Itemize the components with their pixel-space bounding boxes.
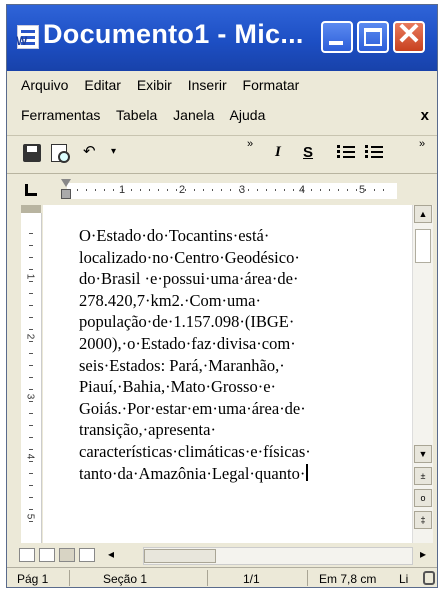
doc-line: população·de·1.157.098·(IBGE· [79,312,295,332]
menu-exibir[interactable]: Exibir [137,77,172,93]
menu-editar[interactable]: Editar [84,77,121,93]
italic-button[interactable]: I [275,144,281,164]
status-page: Pág 1 [17,572,49,586]
menu-inserir[interactable]: Inserir [188,77,227,93]
vertical-scroll-thumb[interactable] [415,229,431,263]
word-app-icon[interactable] [16,25,39,49]
maximize-icon [364,28,382,46]
menu-arquivo[interactable]: Arquivo [21,77,68,93]
scroll-up-button[interactable]: ▲ [414,205,432,223]
undo-icon[interactable]: ↶ [83,142,96,162]
doc-line-text: tanto·da·Amazônia·Legal·quanto· [79,463,306,483]
doc-line: transição,·apresenta· [79,420,216,440]
scroll-left-button[interactable]: ◂ [103,548,119,562]
vruler-tick: 1 [24,273,36,280]
toolbar-options-chevron-icon[interactable]: » [247,139,253,160]
doc-line: Goiás.·Por·estar·em·uma·área·de· [79,398,306,418]
vruler-tick: 5 [24,513,36,520]
menu-bar: Arquivo Editar Exibir Inserir Formatar F… [7,71,437,135]
text-caret [306,463,309,481]
doc-line: do·Brasil ·e·possui·uma·área·de· [79,269,299,289]
minimize-icon [329,41,343,45]
menu-janela[interactable]: Janela [173,107,214,123]
ruler-tick: 2 [179,184,186,196]
doc-line: O·Estado·do·Tocantins·está· [79,226,270,245]
close-button[interactable]: ✕ [393,18,425,53]
scroll-down-button[interactable]: ▼ [414,445,432,463]
print-preview-icon[interactable] [51,144,70,163]
formatting-toolbar: ↶ ▾ » I S » [7,135,437,174]
status-section: Seção 1 [103,572,148,586]
status-divider [207,570,208,586]
numbered-list-icon[interactable] [337,144,357,164]
vruler-tick: 2 [24,333,36,340]
doc-line: características·climáticas·e·físicas· [79,441,311,461]
menu-ferramentas[interactable]: Ferramentas [21,107,100,123]
toolbar-more-chevron-icon[interactable]: » [419,139,425,160]
outline-view-icon[interactable] [79,548,95,562]
horizontal-ruler[interactable]: 1 2 3 4 5 [7,173,437,206]
previous-page-button[interactable]: ± [414,467,432,485]
menu-tabela[interactable]: Tabela [116,107,157,123]
doc-line: 278.420,7·km2.·Com·uma· [79,290,261,310]
close-icon: ✕ [396,18,422,51]
vruler-tick: 4 [24,453,36,460]
title-bar[interactable]: Documento1 - Mic... ✕ [7,5,437,71]
horizontal-scrollbar[interactable] [143,547,413,565]
doc-line: seis·Estados: Pará,·Maranhão,· [79,355,285,375]
bulleted-list-icon[interactable] [365,144,385,164]
ruler-tick: 3 [239,184,246,196]
undo-dropdown-icon[interactable]: ▾ [111,146,116,166]
menu-row-2: Ferramentas Tabela Janela Ajuda [21,107,277,123]
doc-line: localizado·no·Centro·Geodésico· [79,247,300,267]
minimize-button[interactable] [321,21,353,53]
status-divider [307,570,308,586]
view-bar: ◂ ▸ [7,545,437,567]
horizontal-scroll-thumb[interactable] [144,549,216,563]
select-browse-object-button[interactable]: o [414,489,432,507]
status-position: Em 7,8 cm [319,572,377,586]
status-bar: Pág 1 Seção 1 1/1 Em 7,8 cm Li [7,567,437,587]
status-line: Li [399,572,409,586]
word-window: Documento1 - Mic... ✕ Arquivo Editar Exi… [6,4,438,588]
tab-selector-icon[interactable] [25,184,37,196]
status-divider [69,570,70,586]
ruler-tick: 4 [299,184,306,196]
indent-marker-icon[interactable] [61,179,71,201]
doc-line: 2000),·o·Estado·faz·divisa·com· [79,333,296,353]
ruler-strip: 1 2 3 4 5 [67,183,397,199]
status-page-count: 1/1 [243,572,260,586]
underline-button[interactable]: S [303,144,313,164]
web-layout-view-icon[interactable] [39,548,55,562]
window-title: Documento1 - Mic... [43,19,304,49]
print-layout-view-icon[interactable] [59,548,75,562]
macro-recorder-icon[interactable] [423,571,435,585]
normal-view-icon[interactable] [19,548,35,562]
vertical-scrollbar[interactable]: ▲ ▼ ± o ‡ [412,205,433,543]
ruler-tick: 1 [119,184,126,196]
next-page-button[interactable]: ‡ [414,511,432,529]
doc-line: Piauí,·Bahia,·Mato·Grosso·e· [79,377,277,397]
vertical-ruler[interactable]: 1 2 3 4 5 [21,213,42,543]
ruler-tick: 5 [359,184,366,196]
scroll-right-button[interactable]: ▸ [415,548,431,562]
menu-formatar[interactable]: Formatar [243,77,300,93]
menu-row-1: Arquivo Editar Exibir Inserir Formatar [21,77,311,93]
close-document-button[interactable]: x [421,107,429,124]
document-page[interactable]: O·Estado·do·Tocantins·está· localizado·n… [43,205,419,543]
save-icon[interactable] [23,144,41,162]
vruler-tick: 3 [24,393,36,400]
document-body[interactable]: O·Estado·do·Tocantins·está· localizado·n… [79,225,389,484]
doc-line-last: tanto·da·Amazônia·Legal·quanto· [79,463,389,485]
menu-ajuda[interactable]: Ajuda [230,107,266,123]
maximize-button[interactable] [357,21,389,53]
